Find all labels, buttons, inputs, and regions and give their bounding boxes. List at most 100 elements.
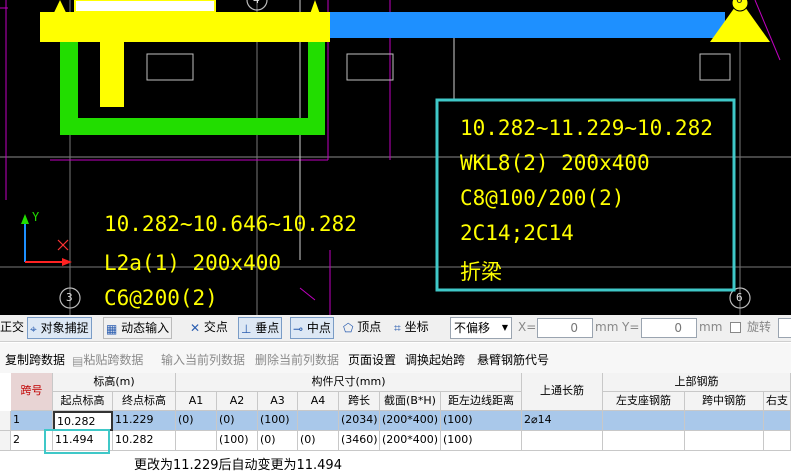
vertex-snap[interactable]: ⬠ 顶点 — [343, 317, 381, 339]
paste-icon: ▤ — [72, 353, 84, 368]
axis-y-label: Y — [32, 210, 40, 224]
cell-a1[interactable]: (0) — [176, 411, 217, 431]
page-setup-button[interactable]: 页面设置 — [348, 351, 396, 368]
ortho-toggle[interactable]: 正交 — [0, 317, 24, 339]
cell-start-elev[interactable]: 11.494 — [53, 431, 113, 451]
col-section[interactable]: 截面(B*H) — [380, 392, 441, 411]
col-edge-dist[interactable]: 距左边线距离 — [441, 392, 522, 411]
beam1-type: 折梁 — [460, 260, 502, 284]
chevron-down-icon: ▼ — [501, 323, 508, 332]
col-mid-span[interactable]: 跨中钢筋 — [685, 392, 764, 411]
x-coordinate-input[interactable]: 0 — [537, 318, 593, 338]
dynamic-input-label: 动态输入 — [121, 321, 170, 335]
col-top-through[interactable]: 上通长筋 — [522, 373, 603, 411]
cell-end-elev[interactable]: 11.229 — [113, 411, 176, 431]
cell-left-support[interactable] — [603, 411, 685, 431]
cell-span[interactable]: 2 — [11, 431, 53, 451]
col-left-support[interactable]: 左支座钢筋 — [603, 392, 685, 411]
cell-a1[interactable] — [176, 431, 217, 451]
rotate-checkbox[interactable] — [730, 322, 741, 333]
input-column-button[interactable]: 输入当前列数据 — [161, 351, 245, 368]
perpendicular-label: 垂点 — [255, 321, 280, 335]
paste-span-label: 粘贴跨数据 — [83, 353, 144, 367]
perpendicular-snap[interactable]: ⊥ 垂点 — [238, 317, 283, 339]
cell-a3[interactable]: (100) — [258, 411, 298, 431]
midpoint-icon: ⊸ — [293, 321, 304, 336]
cell-a2[interactable]: (0) — [217, 411, 258, 431]
col-top-rebar-group: 上部钢筋 — [603, 373, 791, 392]
y-coordinate-input[interactable]: 0 — [641, 318, 697, 338]
cell-top-through[interactable] — [522, 431, 603, 451]
beam2-name: L2a(1) 200x400 — [104, 251, 282, 275]
cell-edge-dist[interactable]: (100) — [441, 431, 522, 451]
cell-a3[interactable]: (0) — [258, 431, 298, 451]
cell-edge-dist[interactable]: (100) — [441, 411, 522, 431]
midpoint-label: 中点 — [306, 321, 331, 335]
dynamic-input-toggle[interactable]: ▦ 动态输入 — [103, 317, 173, 339]
coordinate-label: 坐标 — [404, 320, 429, 334]
grid-mark-6: 6 — [736, 291, 743, 304]
snap-toolbar: 正交 ⌖ 对象捕捉 ▦ 动态输入 ✕ 交点 ⊥ 垂点 ⊸ 中点 ⬠ 顶点 ⌗ 坐… — [0, 315, 791, 342]
beam1-name: WKL8(2) 200x400 — [460, 151, 650, 175]
copy-span-button[interactable]: 复制跨数据 — [5, 351, 65, 368]
coordinate-snap[interactable]: ⌗ 坐标 — [394, 317, 429, 339]
cell-span-length[interactable]: (3460) — [339, 431, 380, 451]
cell-left-support[interactable] — [603, 431, 685, 451]
object-snap-toggle[interactable]: ⌖ 对象捕捉 — [27, 317, 92, 339]
cell-a4[interactable]: (0) — [298, 431, 339, 451]
col-end-elev[interactable]: 终点标高 — [113, 392, 176, 411]
beam1-stirrup: C8@100/200(2) — [460, 186, 625, 210]
offset-mode-value: 不偏移 — [454, 321, 491, 335]
vertex-label: 顶点 — [357, 320, 382, 334]
vertex-icon: ⬠ — [343, 320, 354, 335]
cantilever-code-button[interactable]: 悬臂钢筋代号 — [477, 351, 549, 368]
midpoint-snap[interactable]: ⊸ 中点 — [290, 317, 334, 339]
x-label: X= — [518, 320, 537, 334]
snap-icon: ⌖ — [30, 321, 37, 336]
cell-top-through[interactable]: 2⌀14 — [522, 411, 603, 431]
dynamic-input-icon: ▦ — [106, 321, 118, 336]
beam1-longbars: 2C14;2C14 — [460, 221, 574, 245]
cell-mid-span[interactable] — [685, 431, 764, 451]
adjust-start-span-button[interactable]: 调换起始跨 — [405, 351, 465, 368]
cell-a4[interactable] — [298, 411, 339, 431]
blue-beam — [330, 12, 725, 38]
cell-section[interactable]: (200*400) — [380, 411, 441, 431]
cell-mid-span[interactable] — [685, 411, 764, 431]
beam-span-table: 跨号 标高(m) 构件尺寸(mm) 上通长筋 上部钢筋 起点标高 终点标高 A1… — [0, 373, 791, 454]
cell-right-support[interactable] — [764, 431, 791, 451]
offset-mode-select[interactable]: 不偏移 ▼ — [450, 317, 512, 339]
annotation-note: 更改为11.229后自动变更为11.494 — [134, 458, 342, 473]
perpendicular-icon: ⊥ — [241, 321, 252, 336]
cell-span-length[interactable]: (2034) — [339, 411, 380, 431]
col-elevation-group: 标高(m) — [53, 373, 176, 392]
intersection-icon: ✕ — [190, 320, 201, 335]
cell-span[interactable]: 1 — [11, 411, 53, 431]
rotate-input[interactable] — [778, 318, 791, 338]
grid-mark-4: 4 — [253, 0, 260, 6]
row-header[interactable] — [0, 411, 11, 431]
cell-a2[interactable]: (100) — [217, 431, 258, 451]
col-span-header[interactable]: 跨号 — [11, 373, 53, 411]
col-right-support[interactable]: 右支 — [764, 392, 791, 411]
paste-span-button[interactable]: ▤粘贴跨数据 — [72, 351, 143, 368]
col-size-group: 构件尺寸(mm) — [176, 373, 522, 392]
col-a3[interactable]: A3 — [258, 392, 298, 411]
delete-column-button[interactable]: 删除当前列数据 — [255, 351, 339, 368]
y-label: Y= — [622, 320, 640, 334]
col-a2[interactable]: A2 — [217, 392, 258, 411]
cell-section[interactable]: (200*400) — [380, 431, 441, 451]
col-start-elev[interactable]: 起点标高 — [53, 392, 113, 411]
col-a4[interactable]: A4 — [298, 392, 339, 411]
col-a1[interactable]: A1 — [176, 392, 217, 411]
cell-right-support[interactable] — [764, 411, 791, 431]
intersection-label: 交点 — [203, 320, 228, 334]
cell-end-elev[interactable]: 10.282 — [113, 431, 176, 451]
cell-start-elev[interactable]: 10.282 — [53, 411, 113, 431]
beam2-stirrup: C6@200(2) — [104, 286, 218, 310]
beam2-elevation: 10.282~10.646~10.282 — [104, 212, 357, 236]
col-span-length[interactable]: 跨长 — [339, 392, 380, 411]
intersection-snap[interactable]: ✕ 交点 — [190, 317, 228, 339]
row-header[interactable] — [0, 431, 11, 451]
cad-canvas[interactable]: Y 3 6 4 6 10.282~11.229~10.282 WKL8(2) 2… — [0, 0, 791, 315]
